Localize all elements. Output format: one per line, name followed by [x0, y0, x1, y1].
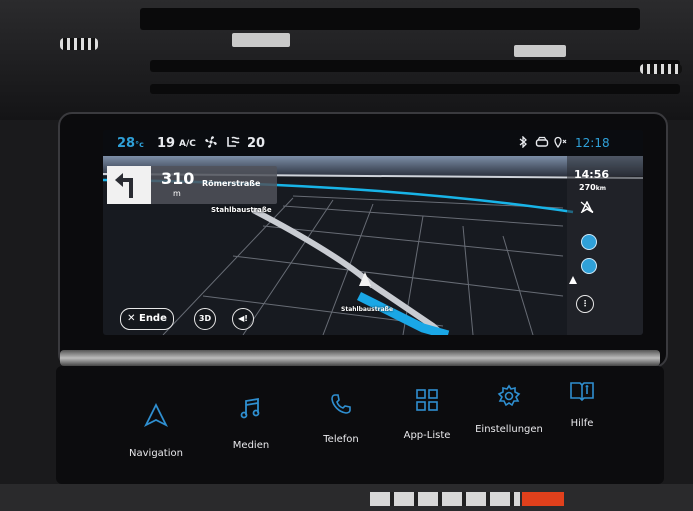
- outside-temp-unit: °c: [135, 140, 144, 149]
- arrival-time: 14:56: [574, 168, 610, 181]
- remaining-distance-unit: km: [595, 185, 606, 192]
- dash-vent-slot-2: [150, 60, 680, 72]
- hazard-light-button[interactable]: [522, 492, 564, 506]
- connected-car-icon: [535, 136, 549, 151]
- dashboard-bottom: [0, 484, 693, 511]
- vent-tab-right[interactable]: [514, 45, 566, 57]
- fan-icon[interactable]: [203, 134, 219, 153]
- outside-temp-value: 28: [117, 136, 136, 151]
- voice-guidance-button[interactable]: ◀!: [232, 308, 254, 330]
- turn-distance: 310: [161, 169, 195, 188]
- end-route-label: Ende: [138, 313, 167, 324]
- shortcut-phone-label: Telefon: [323, 434, 359, 445]
- remaining-distance: 270km: [579, 183, 606, 192]
- status-bar: 28°c 19 A/C 20 12:18: [103, 130, 643, 156]
- ac-label[interactable]: A/C: [179, 139, 196, 149]
- infotainment-screen: 28°c 19 A/C 20 12:18 310 m Römerstraße S…: [103, 130, 643, 335]
- phone-icon: [301, 392, 381, 420]
- turn-left-icon: [107, 166, 151, 204]
- hazard-switch-bar[interactable]: [370, 492, 520, 506]
- bluetooth-icon: [519, 135, 527, 151]
- traffic-marker-2[interactable]: [581, 258, 597, 274]
- dash-vent-slot-3: [150, 84, 680, 94]
- compass-icon[interactable]: [580, 198, 594, 217]
- turn-street: Römerstraße: [202, 179, 261, 188]
- close-icon: ✕: [127, 313, 136, 324]
- turn-instruction-card[interactable]: 310 m Römerstraße: [107, 166, 277, 204]
- shortcut-media-label: Medien: [232, 440, 270, 451]
- app-grid-icon: [387, 388, 467, 416]
- vent-left: [60, 38, 98, 50]
- map-street-label: Stahlbaustraße: [341, 306, 394, 313]
- seat-fan-icon[interactable]: [225, 134, 241, 153]
- clock: 12:18: [575, 136, 610, 150]
- shortcut-navigation[interactable]: Navigation: [116, 372, 196, 472]
- position-arrow-icon: [569, 269, 577, 288]
- current-street-label: Stahlbaustraße: [211, 206, 272, 214]
- vent-tab-left[interactable]: [232, 33, 290, 47]
- shortcut-help-label: Hilfe: [570, 418, 594, 429]
- shortcut-navigation-label: Navigation: [129, 448, 183, 459]
- dashboard-top: [0, 0, 693, 120]
- shortcut-app-list[interactable]: App-Liste: [387, 372, 467, 472]
- view-3d-button[interactable]: 3D: [194, 308, 216, 330]
- more-options-icon[interactable]: ⋮: [576, 295, 594, 313]
- cabin-temp[interactable]: 19: [157, 136, 175, 151]
- dash-vent-slot: [140, 8, 640, 30]
- shortcut-media[interactable]: Medien: [211, 372, 291, 472]
- gear-icon: [469, 384, 549, 412]
- vent-right: [640, 64, 682, 74]
- location-sharing-icon: [554, 136, 568, 151]
- outside-temp: 28°c: [117, 136, 144, 151]
- fan-level[interactable]: 20: [247, 136, 265, 151]
- shortcut-help[interactable]: Hilfe: [542, 372, 622, 472]
- shortcut-phone[interactable]: Telefon: [301, 372, 381, 472]
- music-note-icon: [211, 396, 291, 426]
- turn-distance-unit: m: [173, 189, 181, 198]
- chrome-trim: [60, 350, 660, 366]
- help-book-icon: [542, 380, 622, 406]
- remaining-distance-value: 270: [579, 183, 596, 192]
- traffic-marker-1[interactable]: [581, 234, 597, 250]
- end-route-button[interactable]: ✕ Ende: [120, 308, 174, 330]
- navigation-arrow-icon: [116, 402, 196, 432]
